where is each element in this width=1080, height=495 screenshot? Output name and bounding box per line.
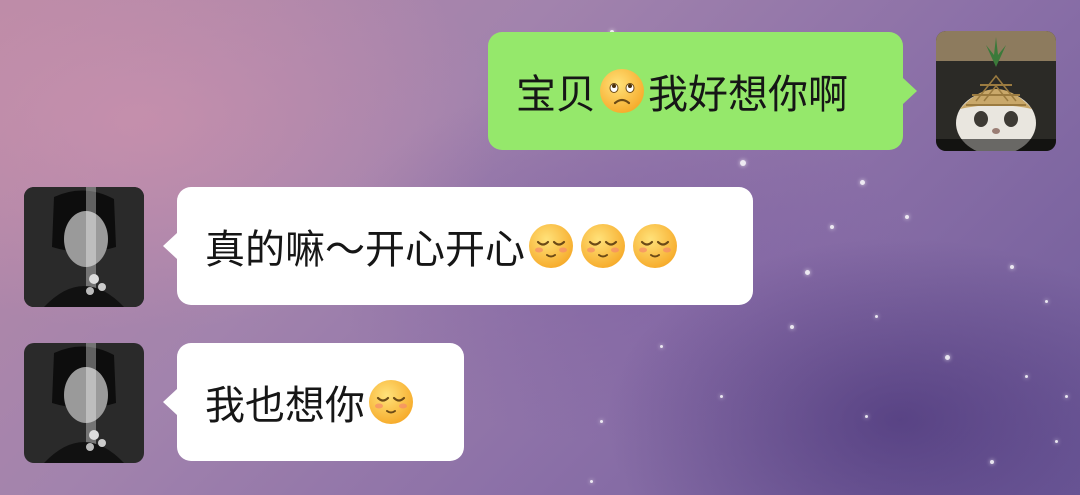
contact-avatar[interactable] [24,187,144,307]
relieved-face-icon [369,380,413,424]
received-message-bubble[interactable]: 真的嘛～开心开心 [163,187,753,305]
contact-avatar[interactable] [24,343,144,463]
sent-message-bubble[interactable]: 宝贝 我好想你啊 [488,32,917,150]
received-message-bubble[interactable]: 我也想你 [163,343,464,461]
message-text: 我好想你啊 [648,72,848,118]
pineapple-cat-avatar [936,31,1056,151]
message-text: 宝贝 [516,72,596,118]
self-avatar[interactable] [936,31,1056,151]
relieved-face-icon [581,224,625,268]
message-text: 真的嘛～开心开心 [205,227,525,273]
woman-portrait-avatar [24,343,144,463]
woman-portrait-avatar [24,187,144,307]
message-text: 我也想你 [205,383,365,429]
relieved-face-icon [633,224,677,268]
frowning-face-icon [600,69,644,113]
relieved-face-icon [529,224,573,268]
